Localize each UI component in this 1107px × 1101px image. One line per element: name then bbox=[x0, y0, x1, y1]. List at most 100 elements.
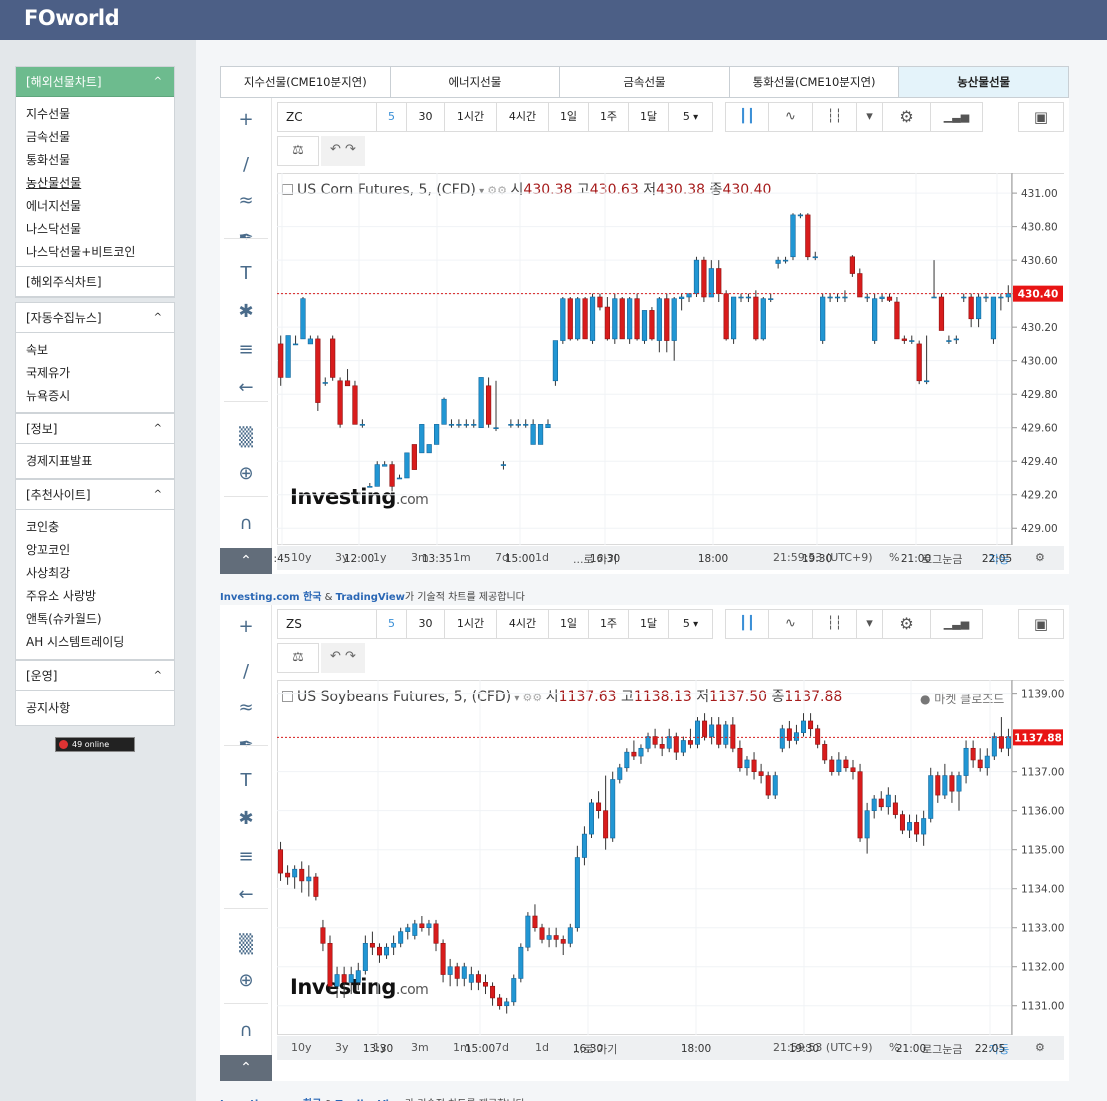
tab-metal-futures[interactable]: 금속선물 bbox=[560, 67, 730, 97]
sidebar-item[interactable]: 나스닥선물+비트코인 bbox=[26, 241, 174, 264]
settings-gear-icon[interactable]: ⚙ bbox=[883, 102, 931, 132]
interval-button[interactable]: 30 bbox=[407, 609, 445, 639]
online-badge[interactable]: 49 online bbox=[55, 737, 135, 752]
interval-dropdown[interactable]: 5 ▾ bbox=[669, 102, 713, 132]
toolbar-collapse-button[interactable]: ⌃ bbox=[220, 548, 272, 574]
measure-icon[interactable]: ≡ bbox=[232, 843, 260, 871]
sidebar-item[interactable]: 에너지선물 bbox=[26, 195, 174, 218]
screenshot-camera-icon[interactable]: ▣ bbox=[1018, 609, 1064, 639]
crosshair-icon[interactable]: + bbox=[232, 106, 260, 134]
trend-line-icon[interactable]: / bbox=[232, 658, 260, 686]
candle-style-button[interactable]: ┃┃ bbox=[725, 102, 769, 132]
site-logo[interactable]: FOworld bbox=[24, 6, 120, 30]
pitchfork-icon[interactable]: ≈ bbox=[232, 187, 260, 215]
sidebar-item[interactable]: 코인충 bbox=[26, 516, 174, 539]
interval-button[interactable]: 1시간 bbox=[445, 609, 497, 639]
magnet-icon[interactable]: ∩ bbox=[232, 510, 260, 538]
sidebar-section-header[interactable]: [해외선물차트] ^ bbox=[16, 67, 174, 97]
zoom-icon[interactable]: ⊕ bbox=[232, 460, 260, 488]
style-dropdown-button[interactable]: ▾ bbox=[857, 609, 883, 639]
interval-button[interactable]: 5 bbox=[377, 102, 407, 132]
interval-button[interactable]: 1주 bbox=[589, 609, 629, 639]
indicators-button[interactable]: ▁▃▅ bbox=[931, 102, 983, 132]
tab-agricultural-futures[interactable]: 농산물선물 bbox=[899, 67, 1068, 97]
interval-button[interactable]: 1시간 bbox=[445, 102, 497, 132]
tab-index-futures[interactable]: 지수선물(CME10분지연) bbox=[221, 67, 391, 97]
toolbar-collapse-button[interactable]: ⌃ bbox=[220, 1055, 272, 1081]
area-style-button[interactable]: ∿ bbox=[769, 102, 813, 132]
text-tool-icon[interactable]: T bbox=[232, 767, 260, 795]
back-arrow-icon[interactable]: ← bbox=[232, 881, 260, 909]
pitchfork-icon[interactable]: ≈ bbox=[232, 694, 260, 722]
tab-energy-futures[interactable]: 에너지선물 bbox=[391, 67, 561, 97]
pattern-icon[interactable]: ✱ bbox=[232, 805, 260, 833]
bar-style-button[interactable]: ┆┆ bbox=[813, 609, 857, 639]
credit-tradingview-link[interactable]: TradingView bbox=[336, 592, 405, 602]
credit-investing-link[interactable]: Investing.com 한국 bbox=[220, 592, 321, 602]
settings-gear-icon[interactable]: ⚙ bbox=[883, 609, 931, 639]
interval-button[interactable]: 1달 bbox=[629, 609, 669, 639]
sidebar-section-header[interactable]: [추천사이트] ^ bbox=[16, 480, 174, 510]
candle-body bbox=[730, 724, 736, 749]
symbol-input[interactable]: ZS bbox=[277, 609, 377, 639]
indicators-button[interactable]: ▁▃▅ bbox=[931, 609, 983, 639]
interval-button[interactable]: 1달 bbox=[629, 102, 669, 132]
undo-button[interactable]: ↶ ↷ bbox=[321, 643, 365, 673]
sidebar-item[interactable]: 앤톡(슈카월드) bbox=[26, 608, 174, 631]
bar-style-button[interactable]: ┆┆ bbox=[813, 102, 857, 132]
zoom-icon[interactable]: ⊕ bbox=[232, 967, 260, 995]
pattern-icon[interactable]: ✱ bbox=[232, 298, 260, 326]
candle-style-button[interactable]: ┃┃ bbox=[725, 609, 769, 639]
indicator-icon[interactable]: ▒ bbox=[232, 931, 260, 959]
style-dropdown-button[interactable]: ▾ bbox=[857, 102, 883, 132]
compare-scale-icon[interactable]: ⚖ bbox=[277, 136, 319, 166]
interval-button[interactable]: 30 bbox=[407, 102, 445, 132]
sidebar-item[interactable]: 통화선물 bbox=[26, 149, 174, 172]
trend-line-icon[interactable]: / bbox=[232, 151, 260, 179]
sidebar-item[interactable]: AH 시스템트레이딩 bbox=[26, 631, 174, 654]
symbol-input[interactable]: ZC bbox=[277, 102, 377, 132]
sidebar-item[interactable]: 금속선물 bbox=[26, 126, 174, 149]
undo-button[interactable]: ↶ ↷ bbox=[321, 136, 365, 166]
candlestick-chart[interactable]: 1139.00 1137.00 1136.00 1135.00 1134.00 1133.… bbox=[277, 680, 1064, 1057]
sidebar-item[interactable]: 주유소 사랑방 bbox=[26, 585, 174, 608]
chevron-up-icon[interactable]: ^ bbox=[154, 480, 162, 510]
interval-dropdown[interactable]: 5 ▾ bbox=[669, 609, 713, 639]
sidebar-item[interactable]: 농산물선물 bbox=[26, 172, 174, 195]
candlestick-chart[interactable]: 431.00 430.80 430.60 430.40 430.20 430.00 429.… bbox=[274, 173, 1064, 567]
crosshair-icon[interactable]: + bbox=[232, 613, 260, 641]
sidebar-item[interactable]: 공지사항 bbox=[26, 697, 174, 720]
interval-button[interactable]: 5 bbox=[377, 609, 407, 639]
sidebar-item[interactable]: 앙꼬코인 bbox=[26, 539, 174, 562]
sidebar-item[interactable]: 국제유가 bbox=[26, 362, 174, 385]
sidebar-item[interactable]: 속보 bbox=[26, 339, 174, 362]
chevron-up-icon[interactable]: ^ bbox=[154, 414, 162, 444]
magnet-icon[interactable]: ∩ bbox=[232, 1017, 260, 1045]
area-style-button[interactable]: ∿ bbox=[769, 609, 813, 639]
interval-button[interactable]: 4시간 bbox=[497, 609, 549, 639]
sidebar-item[interactable]: 뉴욕증시 bbox=[26, 385, 174, 408]
screenshot-camera-icon[interactable]: ▣ bbox=[1018, 102, 1064, 132]
sidebar-item[interactable]: 나스닥선물 bbox=[26, 218, 174, 241]
chevron-up-icon[interactable]: ^ bbox=[154, 303, 162, 333]
chevron-up-icon[interactable]: ^ bbox=[154, 661, 162, 691]
chevron-up-icon[interactable]: ^ bbox=[154, 67, 162, 97]
sidebar-section-header[interactable]: [정보] ^ bbox=[16, 414, 174, 444]
sidebar-section-header[interactable]: [자동수집뉴스] ^ bbox=[16, 303, 174, 333]
sidebar-item[interactable]: 지수선물 bbox=[26, 103, 174, 126]
measure-icon[interactable]: ≡ bbox=[232, 336, 260, 364]
sidebar-item[interactable]: 사상최강 bbox=[26, 562, 174, 585]
indicator-icon[interactable]: ▒ bbox=[232, 424, 260, 452]
interval-button[interactable]: 1주 bbox=[589, 102, 629, 132]
interval-button[interactable]: 4시간 bbox=[497, 102, 549, 132]
y-tick-label: 1139.00 bbox=[1021, 689, 1064, 701]
compare-scale-icon[interactable]: ⚖ bbox=[277, 643, 319, 673]
back-arrow-icon[interactable]: ← bbox=[232, 374, 260, 402]
sidebar-section-header[interactable]: [운영] ^ bbox=[16, 661, 174, 691]
interval-button[interactable]: 1일 bbox=[549, 609, 589, 639]
tab-currency-futures[interactable]: 통화선물(CME10분지연) bbox=[730, 67, 900, 97]
interval-button[interactable]: 1일 bbox=[549, 102, 589, 132]
sidebar-section-header[interactable]: [해외주식차트] bbox=[16, 267, 174, 297]
text-tool-icon[interactable]: T bbox=[232, 260, 260, 288]
sidebar-item[interactable]: 경제지표발표 bbox=[26, 450, 174, 473]
